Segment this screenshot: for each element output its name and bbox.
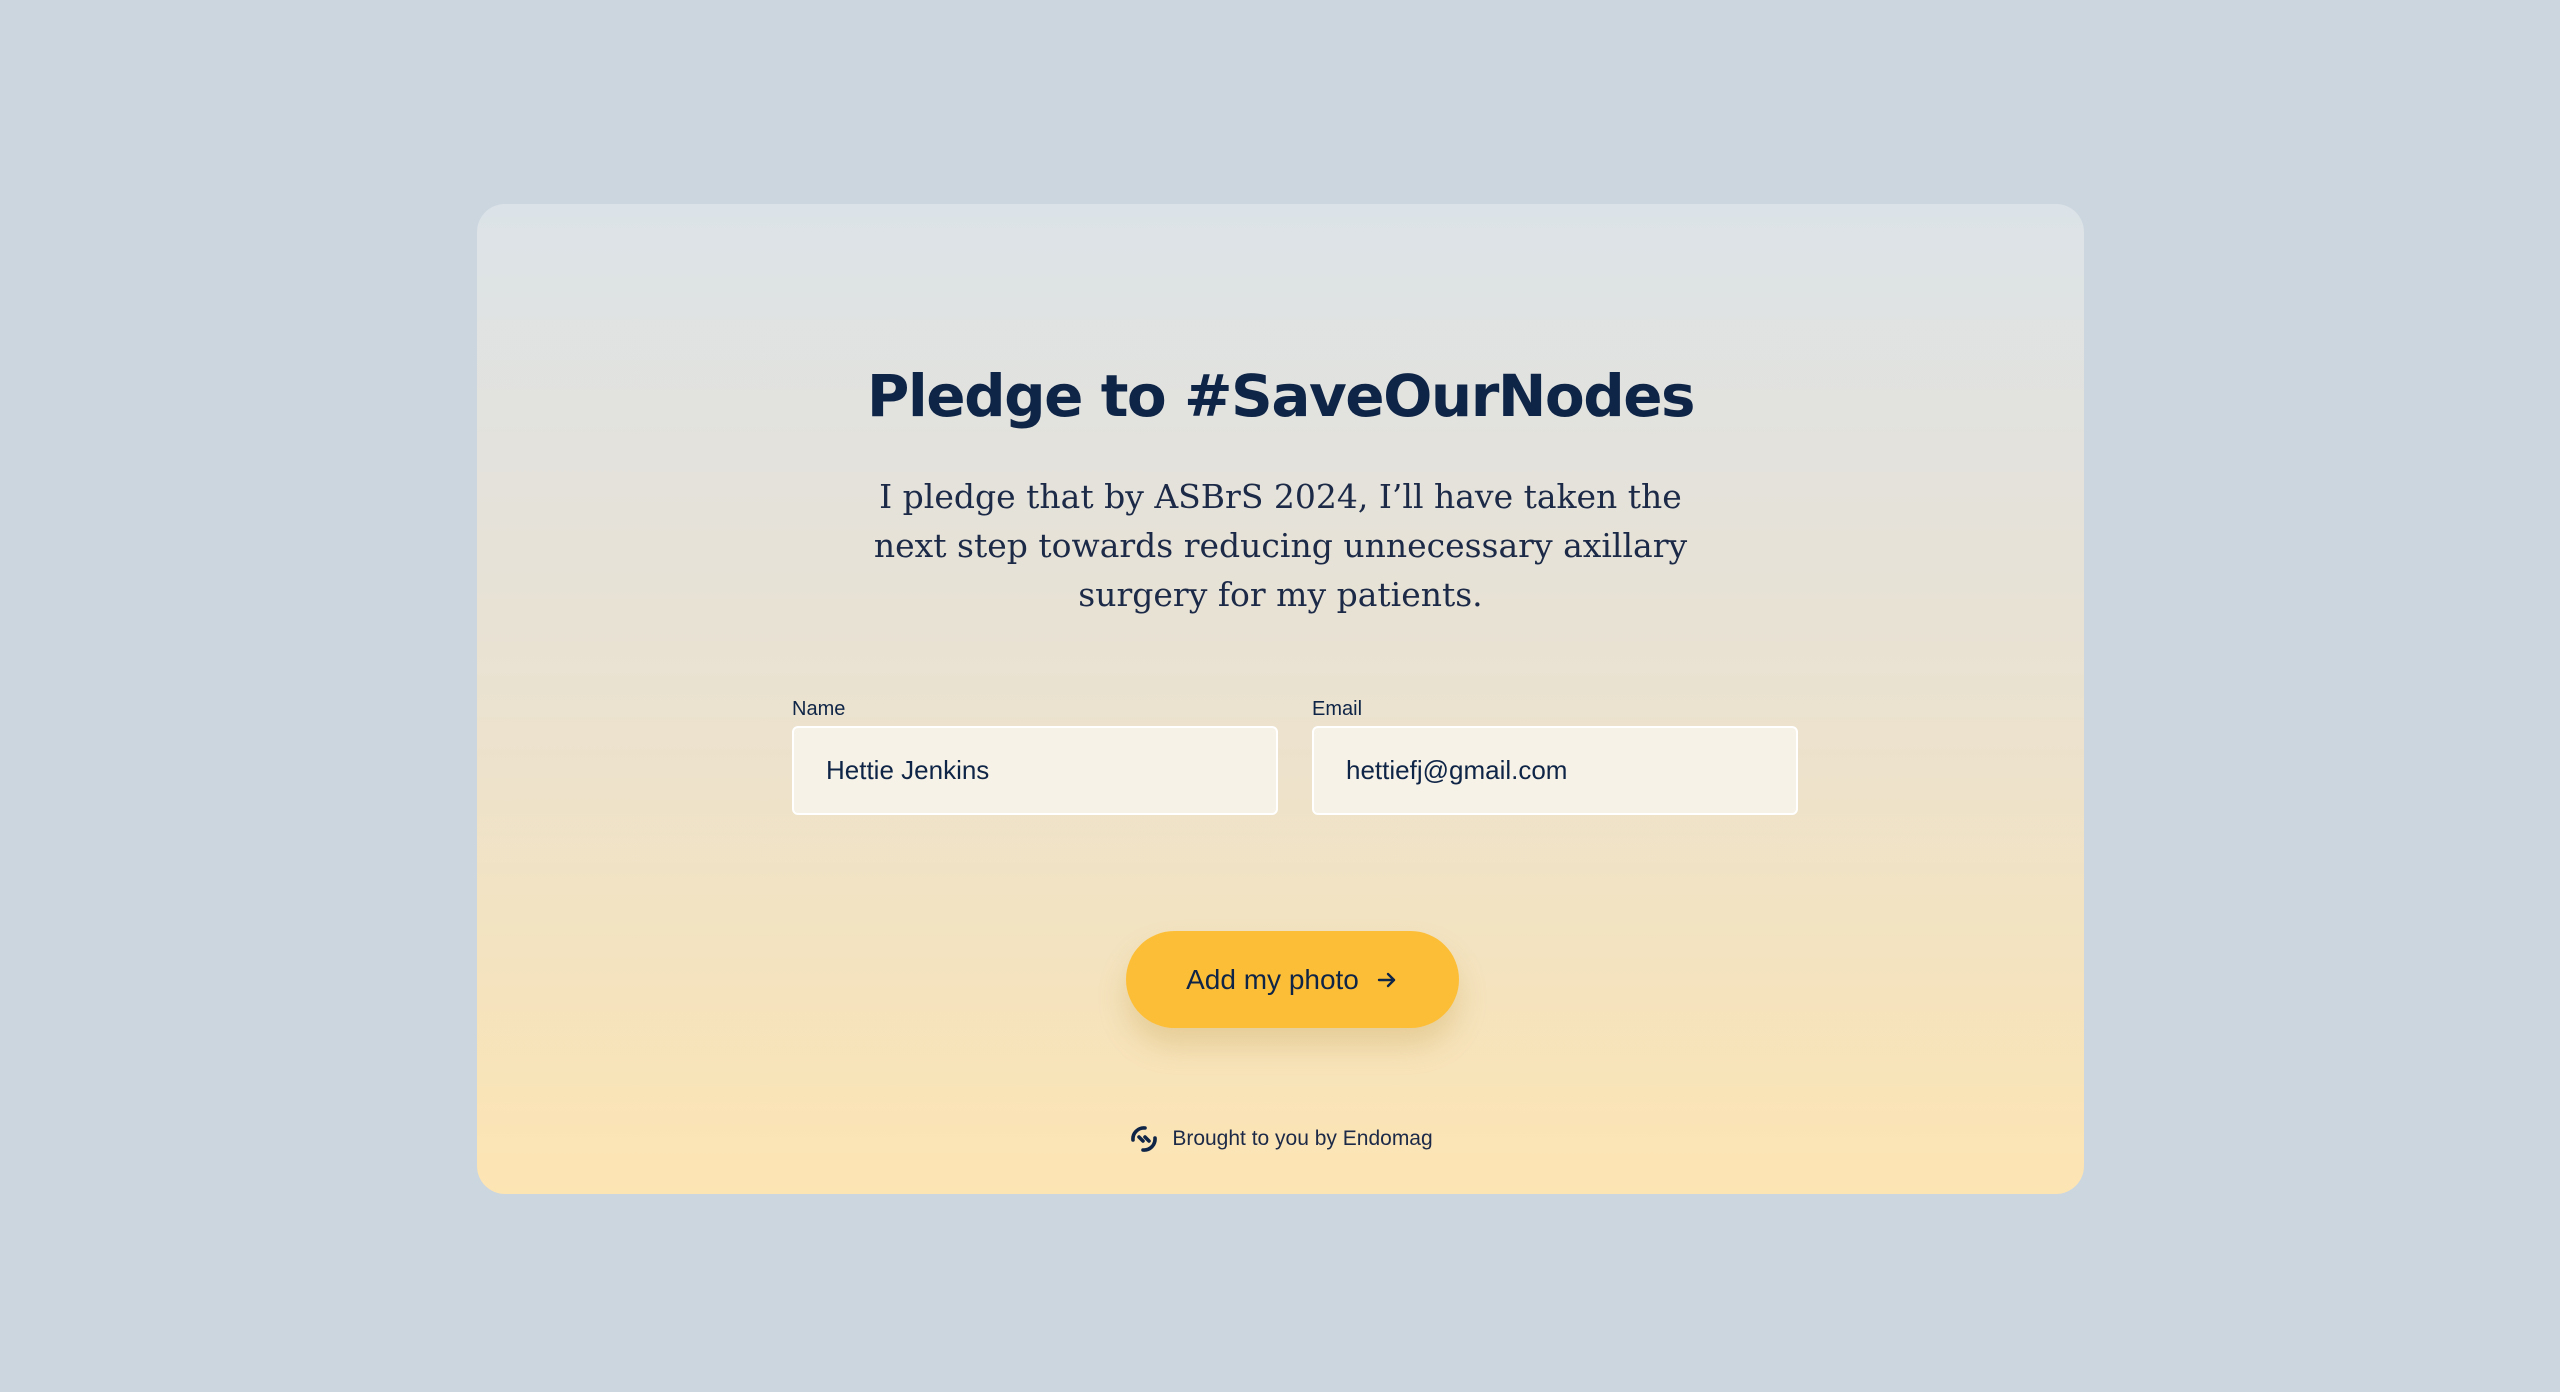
email-input[interactable] — [1312, 726, 1798, 815]
pledge-statement: I pledge that by ASBrS 2024, I’ll have t… — [873, 477, 1688, 614]
footer-text: Brought to you by Endomag — [1172, 1127, 1433, 1150]
add-my-photo-label: Add my photo — [1186, 963, 1359, 995]
arrow-right-icon — [1375, 968, 1399, 992]
name-label: Name — [792, 698, 846, 720]
endomag-logo-icon — [1128, 1123, 1160, 1155]
page-title: Pledge to #SaveOurNodes — [866, 362, 1696, 430]
footer-credit: Brought to you by Endomag — [477, 1123, 2084, 1155]
name-input[interactable] — [792, 726, 1278, 815]
email-field-group: Email — [1312, 698, 1798, 815]
name-field-group: Name — [792, 698, 1278, 815]
email-label: Email — [1312, 698, 1363, 720]
pledge-card: Pledge to #SaveOurNodes I pledge that by… — [477, 204, 2084, 1194]
add-my-photo-button[interactable]: Add my photo — [1126, 931, 1459, 1028]
